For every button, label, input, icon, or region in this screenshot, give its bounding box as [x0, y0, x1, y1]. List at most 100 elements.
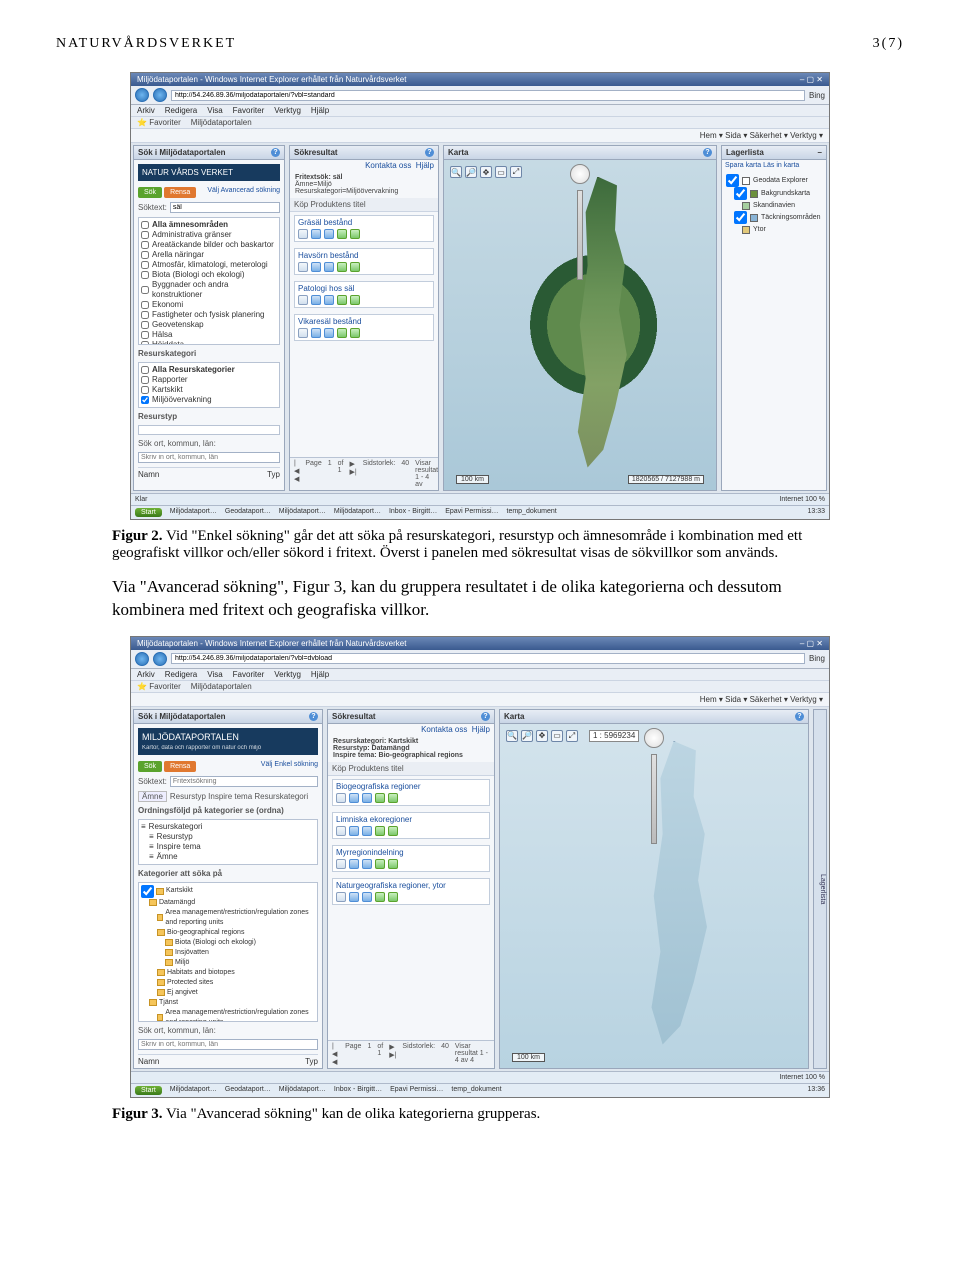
- search-button[interactable]: Sök: [138, 761, 162, 772]
- menu-visa[interactable]: Visa: [207, 106, 222, 115]
- taskbar-item[interactable]: Miljödataport…: [279, 508, 326, 517]
- result-item[interactable]: Havsörn bestånd: [294, 248, 434, 275]
- contact-link[interactable]: Kontakta oss: [421, 725, 467, 734]
- zoom-out-icon[interactable]: 🔎: [465, 166, 477, 178]
- taskbar-item[interactable]: Epavi Permissi…: [445, 508, 498, 517]
- result-title[interactable]: Gräsäl bestånd: [298, 218, 430, 227]
- compass-icon[interactable]: [644, 728, 664, 748]
- current-tab[interactable]: Miljödataportalen: [191, 118, 252, 127]
- clear-button[interactable]: Rensa: [164, 187, 196, 198]
- result-item[interactable]: Vikaresäl bestånd: [294, 314, 434, 341]
- result-item[interactable]: Limniska ekoregioner: [332, 812, 490, 839]
- taskbar-item[interactable]: Miljödataport…: [170, 508, 217, 517]
- select-icon[interactable]: ▭: [495, 166, 507, 178]
- help-icon[interactable]: ?: [309, 712, 318, 721]
- taskbar-item[interactable]: Epavi Permissi…: [390, 1086, 443, 1095]
- forward-button[interactable]: [153, 88, 167, 102]
- map-toolbar[interactable]: 🔍 🔎 ✥ ▭ ⤢ 1 : 5969234: [506, 730, 639, 742]
- category-tree[interactable]: Kartskikt Datamängd Area management/rest…: [138, 882, 318, 1022]
- map-layer-icon[interactable]: [311, 229, 321, 239]
- help-link[interactable]: Hjälp: [472, 725, 490, 734]
- taskbar-item[interactable]: Inbox - Birgitt…: [334, 1086, 382, 1095]
- help-icon[interactable]: ?: [481, 712, 490, 721]
- map-canvas[interactable]: 🔍 🔎 ✥ ▭ ⤢ 1 : 5969234 100 km: [500, 724, 808, 1068]
- subject-list[interactable]: Alla ämnesområden Administrativa gränser…: [138, 217, 280, 345]
- result-item[interactable]: Myrregionindelning: [332, 845, 490, 872]
- taskbar-item[interactable]: Geodataport…: [225, 1086, 271, 1095]
- earth-icon[interactable]: [337, 229, 347, 239]
- layers-panel-collapsed[interactable]: Lagerlista: [813, 709, 827, 1069]
- help-icon[interactable]: ?: [703, 148, 712, 157]
- menu-bar[interactable]: Arkiv Redigera Visa Favoriter Verktyg Hj…: [131, 669, 829, 681]
- command-bar-right[interactable]: Hem ▾ Sida ▾ Säkerhet ▾ Verktyg ▾: [700, 131, 823, 140]
- taskbar-item[interactable]: Miljödataport…: [279, 1086, 326, 1095]
- info-icon[interactable]: [298, 229, 308, 239]
- order-list[interactable]: ≡Resurskategori ≡Resurstyp ≡Inspire tema…: [138, 819, 318, 865]
- current-tab[interactable]: Miljödataportalen: [191, 682, 252, 691]
- menu-bar[interactable]: Arkiv Redigera Visa Favoriter Verktyg Hj…: [131, 105, 829, 117]
- full-extent-icon[interactable]: ⤢: [566, 730, 578, 742]
- start-button[interactable]: Start: [135, 508, 162, 517]
- back-button[interactable]: [135, 88, 149, 102]
- back-button[interactable]: [135, 652, 149, 666]
- zoom-slider[interactable]: [651, 754, 657, 844]
- menu-verktyg[interactable]: Verktyg: [274, 106, 301, 115]
- geo-input[interactable]: [138, 1039, 318, 1050]
- search-text-input[interactable]: [170, 202, 280, 213]
- menu-hjalp[interactable]: Hjälp: [311, 106, 329, 115]
- help-icon[interactable]: ?: [271, 148, 280, 157]
- clear-button[interactable]: Rensa: [164, 761, 196, 772]
- taskbar-item[interactable]: Inbox - Birgitt…: [389, 508, 437, 517]
- windows-taskbar[interactable]: Start Miljödataport… Geodataport… Miljöd…: [131, 505, 829, 519]
- filter-chips[interactable]: Resurstyp Inspire tema Resurskategori: [170, 792, 308, 801]
- subject-all-checkbox[interactable]: [141, 221, 149, 229]
- url-input[interactable]: [171, 653, 805, 664]
- map-toolbar[interactable]: 🔍 🔎 ✥ ▭ ⤢: [450, 166, 522, 178]
- select-icon[interactable]: ▭: [551, 730, 563, 742]
- resource-type-list[interactable]: [138, 425, 280, 435]
- command-bar[interactable]: Hem ▾ Sida ▾ Säkerhet ▾ Verktyg ▾: [131, 129, 829, 143]
- simple-search-link[interactable]: Välj Enkel sökning: [261, 761, 318, 772]
- globe-icon[interactable]: [350, 229, 360, 239]
- menu-favoriter[interactable]: Favoriter: [233, 106, 265, 115]
- help-link[interactable]: Hjälp: [416, 161, 434, 170]
- result-item[interactable]: Naturgeografiska regioner, ytor: [332, 878, 490, 905]
- taskbar-item[interactable]: Miljödataport…: [334, 508, 381, 517]
- collapse-icon[interactable]: –: [818, 148, 822, 157]
- taskbar-item[interactable]: temp_dokument: [507, 508, 557, 517]
- full-extent-icon[interactable]: ⤢: [510, 166, 522, 178]
- taskbar-item[interactable]: temp_dokument: [451, 1086, 501, 1095]
- zoom-in-icon[interactable]: 🔍: [506, 730, 518, 742]
- layers-actions[interactable]: Spara karta Läs in karta: [722, 160, 826, 171]
- menu-redigera[interactable]: Redigera: [165, 106, 197, 115]
- zoom-slider[interactable]: [577, 190, 583, 280]
- taskbar-item[interactable]: Miljödataport…: [170, 1086, 217, 1095]
- results-pager[interactable]: |◀ ◀ Page1 of 1 ▶ ▶| Sidstorlek: 40 Visa…: [328, 1040, 494, 1068]
- geo-input[interactable]: [138, 452, 280, 463]
- zoom-out-icon[interactable]: 🔎: [521, 730, 533, 742]
- result-item[interactable]: Biogeografiska regioner: [332, 779, 490, 806]
- taskbar-item[interactable]: Geodataport…: [225, 508, 271, 517]
- result-item[interactable]: Gräsäl bestånd: [294, 215, 434, 242]
- zoom-in-icon[interactable]: 🔍: [450, 166, 462, 178]
- url-input[interactable]: [171, 90, 805, 101]
- help-icon[interactable]: ?: [425, 148, 434, 157]
- menu-arkiv[interactable]: Arkiv: [137, 106, 155, 115]
- filter-chip[interactable]: Ämne: [138, 791, 167, 802]
- start-button[interactable]: Start: [135, 1086, 162, 1095]
- download-icon[interactable]: [324, 229, 334, 239]
- window-controls[interactable]: – ▢ ✕: [800, 75, 823, 84]
- forward-button[interactable]: [153, 652, 167, 666]
- command-bar[interactable]: Hem ▾ Sida ▾ Säkerhet ▾ Verktyg ▾: [131, 693, 829, 707]
- help-icon[interactable]: ?: [795, 712, 804, 721]
- search-text-input[interactable]: [170, 776, 318, 787]
- result-item[interactable]: Patologi hos säl: [294, 281, 434, 308]
- windows-taskbar[interactable]: Start Miljödataport… Geodataport… Miljöd…: [131, 1083, 829, 1097]
- window-controls[interactable]: – ▢ ✕: [800, 639, 823, 648]
- pan-icon[interactable]: ✥: [536, 730, 548, 742]
- results-pager[interactable]: |◀ ◀ Page 1 of 1 ▶ ▶| Sidstorlek: 40 Vis…: [290, 457, 438, 490]
- search-button[interactable]: Sök: [138, 187, 162, 198]
- layer-tree[interactable]: Geodata Explorer Bakgrundskarta Skandina…: [722, 171, 826, 238]
- contact-link[interactable]: Kontakta oss: [365, 161, 411, 170]
- advanced-search-link[interactable]: Välj Avancerad sökning: [207, 187, 280, 198]
